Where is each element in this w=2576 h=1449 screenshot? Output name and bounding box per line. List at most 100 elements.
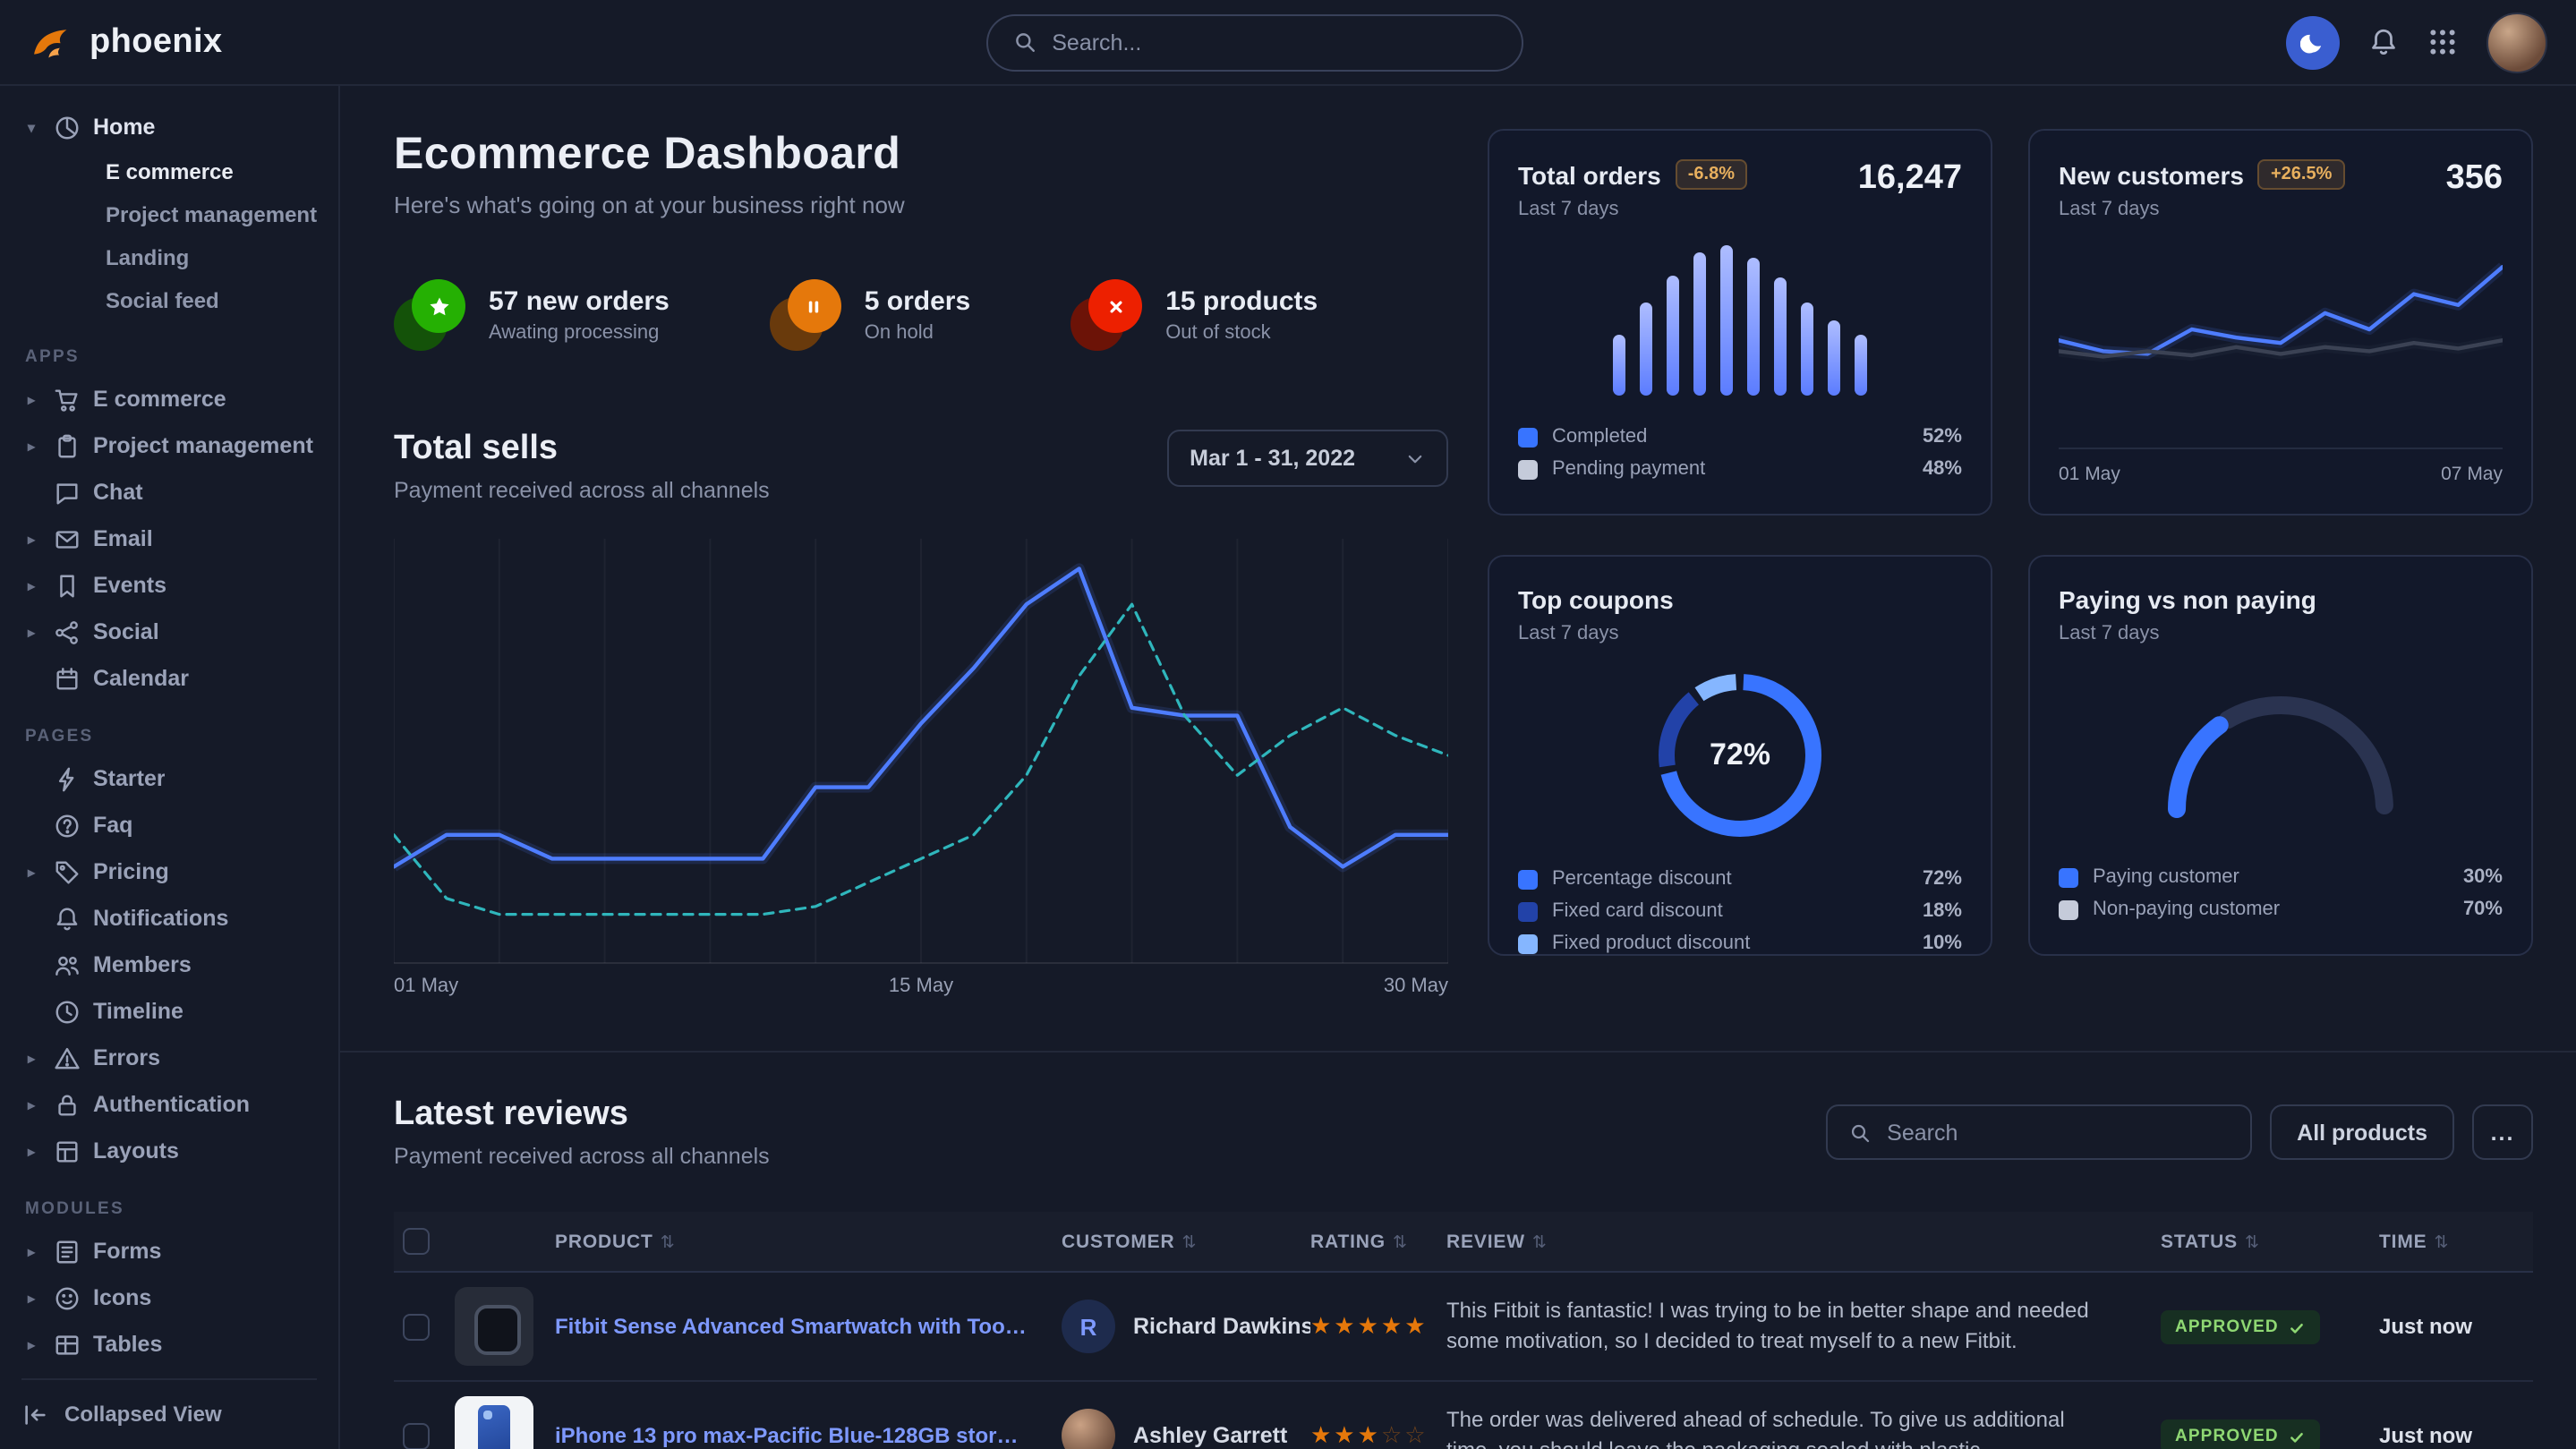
sidebar-item-notifications[interactable]: Notifications [21, 895, 317, 942]
icons-icon [54, 1284, 81, 1311]
order-bar [1855, 336, 1867, 396]
date-range-select[interactable]: Mar 1 - 31, 2022 [1166, 430, 1448, 487]
sort-icon: ⇅ [1532, 1232, 1548, 1252]
brand[interactable]: phoenix [29, 19, 223, 65]
legend-item: Pending payment 48% [1518, 453, 1962, 485]
new-customers-card: New customers +26.5% Last 7 days 356 01 … [2028, 129, 2533, 516]
select-all-checkbox[interactable] [403, 1228, 430, 1255]
sidebar-item-calendar[interactable]: Calendar [21, 655, 317, 702]
customers-line-chart [2059, 238, 2503, 403]
sidebar-item-e-commerce[interactable]: ▸E commerce [21, 376, 317, 422]
navbar-search[interactable] [985, 13, 1523, 71]
users-icon [54, 951, 81, 978]
on-hold-icon-bubble [770, 279, 841, 351]
bolt-icon [54, 765, 81, 792]
more-options-button[interactable]: ... [2472, 1104, 2533, 1160]
sidebar-item-events[interactable]: ▸Events [21, 562, 317, 609]
sidebar-item-project-management[interactable]: ▸Project management [21, 422, 317, 469]
sidebar-item-email[interactable]: ▸Email [21, 516, 317, 562]
x-icon [1104, 294, 1127, 318]
x-tick: 07 May [2441, 464, 2503, 485]
coupons-donut: 72% [1651, 666, 1830, 845]
stat-new-orders: 57 new orders Awating processing [394, 279, 670, 351]
collapse-sidebar-button[interactable]: Collapsed View [21, 1377, 317, 1449]
status-badge: APPROVED [2161, 1310, 2320, 1344]
column-header-review[interactable]: REVIEW⇅ [1446, 1231, 2161, 1252]
top-coupons-card: Top coupons Last 7 days 72% Percentage d… [1488, 555, 1992, 956]
form-icon [54, 1238, 81, 1265]
sidebar-item-home[interactable]: ▾ Home [21, 104, 317, 150]
user-avatar[interactable] [2486, 12, 2547, 72]
sidebar-sections: APPS▸E commerce▸Project managementChat▸E… [21, 347, 317, 1377]
search-icon [1849, 1121, 1871, 1143]
tag-icon [54, 858, 81, 885]
navbar-actions [2286, 12, 2547, 72]
column-header-time[interactable]: TIME⇅ [2379, 1231, 2533, 1252]
notifications-button[interactable] [2368, 27, 2399, 57]
product-thumbnail [455, 1287, 533, 1366]
theme-toggle-button[interactable] [2286, 15, 2340, 69]
chevron-right-icon: ▸ [21, 1050, 41, 1066]
all-products-button[interactable]: All products [2270, 1104, 2454, 1160]
column-header-product[interactable]: PRODUCT⇅ [555, 1231, 1062, 1252]
date-range-value: Mar 1 - 31, 2022 [1190, 446, 1355, 471]
navbar-search-area [244, 13, 2265, 71]
product-link[interactable]: iPhone 13 pro max-Pacific Blue-128GB sto… [555, 1423, 1062, 1448]
stat-value: 5 orders [865, 286, 970, 317]
sidebar-nav: ▾ Home E commerceProject managementLandi… [21, 104, 317, 1377]
legend-item: Completed 52% [1518, 421, 1962, 453]
pie-chart-icon [54, 114, 81, 141]
time-cell: Just now [2379, 1423, 2533, 1448]
chevron-right-icon: ▸ [21, 577, 41, 593]
sidebar-item-label: Errors [93, 1045, 160, 1070]
sidebar-subitem-e-commerce[interactable]: E commerce [21, 150, 317, 193]
sidebar-item-label: Calendar [93, 666, 189, 691]
sidebar-section-label-modules: MODULES [25, 1199, 313, 1219]
column-header-status[interactable]: STATUS⇅ [2161, 1231, 2379, 1252]
sidebar-item-members[interactable]: Members [21, 942, 317, 988]
sidebar-subitem-landing[interactable]: Landing [21, 236, 317, 279]
table-icon [54, 1331, 81, 1358]
stat-caption: On hold [865, 322, 970, 344]
sidebar-item-label: Chat [93, 480, 143, 505]
customers-x-axis: 01 May 07 May [2059, 447, 2503, 485]
stat-caption: Out of stock [1165, 322, 1318, 344]
sidebar-subitem-project-management[interactable]: Project management [21, 193, 317, 236]
brand-name: phoenix [90, 22, 223, 62]
layout-icon [54, 1138, 81, 1164]
lock-icon [54, 1091, 81, 1118]
column-header-rating[interactable]: RATING⇅ [1310, 1231, 1446, 1252]
order-bar [1774, 278, 1787, 396]
sidebar-item-chat[interactable]: Chat [21, 469, 317, 516]
row-checkbox[interactable] [403, 1313, 430, 1340]
reviews-search[interactable] [1826, 1104, 2252, 1160]
sidebar-item-authentication[interactable]: ▸Authentication [21, 1081, 317, 1128]
sidebar-item-timeline[interactable]: Timeline [21, 988, 317, 1035]
sidebar-item-forms[interactable]: ▸Forms [21, 1228, 317, 1274]
navbar-search-input[interactable] [1052, 30, 1496, 55]
sidebar-item-errors[interactable]: ▸ Errors [21, 1035, 317, 1081]
sidebar-item-starter[interactable]: Starter [21, 755, 317, 802]
sidebar-item-social[interactable]: ▸Social [21, 609, 317, 655]
home-children: E commerceProject managementLandingSocia… [21, 150, 317, 322]
row-checkbox[interactable] [403, 1422, 430, 1449]
column-header-customer[interactable]: CUSTOMER⇅ [1062, 1231, 1310, 1252]
reviews-search-input[interactable] [1887, 1120, 2229, 1145]
total-orders-card: Total orders -6.8% Last 7 days 16,247 Co… [1488, 129, 1992, 516]
sidebar-item-label: Authentication [93, 1092, 250, 1117]
apps-menu-button[interactable] [2427, 27, 2458, 57]
pause-icon [803, 294, 826, 318]
sidebar-item-faq[interactable]: Faq [21, 802, 317, 848]
sidebar-item-layouts[interactable]: ▸Layouts [21, 1128, 317, 1174]
product-link[interactable]: Fitbit Sense Advanced Smartwatch with To… [555, 1314, 1062, 1339]
sidebar-item-components[interactable]: ▸Components [21, 1368, 317, 1377]
sidebar-item-tables[interactable]: ▸Tables [21, 1321, 317, 1368]
sidebar-item-pricing[interactable]: ▸Pricing [21, 848, 317, 895]
sidebar-section-label-pages: PAGES [25, 727, 313, 746]
warning-icon [54, 1044, 81, 1071]
chevron-right-icon: ▸ [21, 1290, 41, 1306]
table-row: Fitbit Sense Advanced Smartwatch with To… [394, 1273, 2533, 1382]
sidebar-subitem-social-feed[interactable]: Social feed [21, 279, 317, 322]
sidebar-item-icons[interactable]: ▸Icons [21, 1274, 317, 1321]
reviews-subtitle: Payment received across all channels [394, 1144, 770, 1169]
